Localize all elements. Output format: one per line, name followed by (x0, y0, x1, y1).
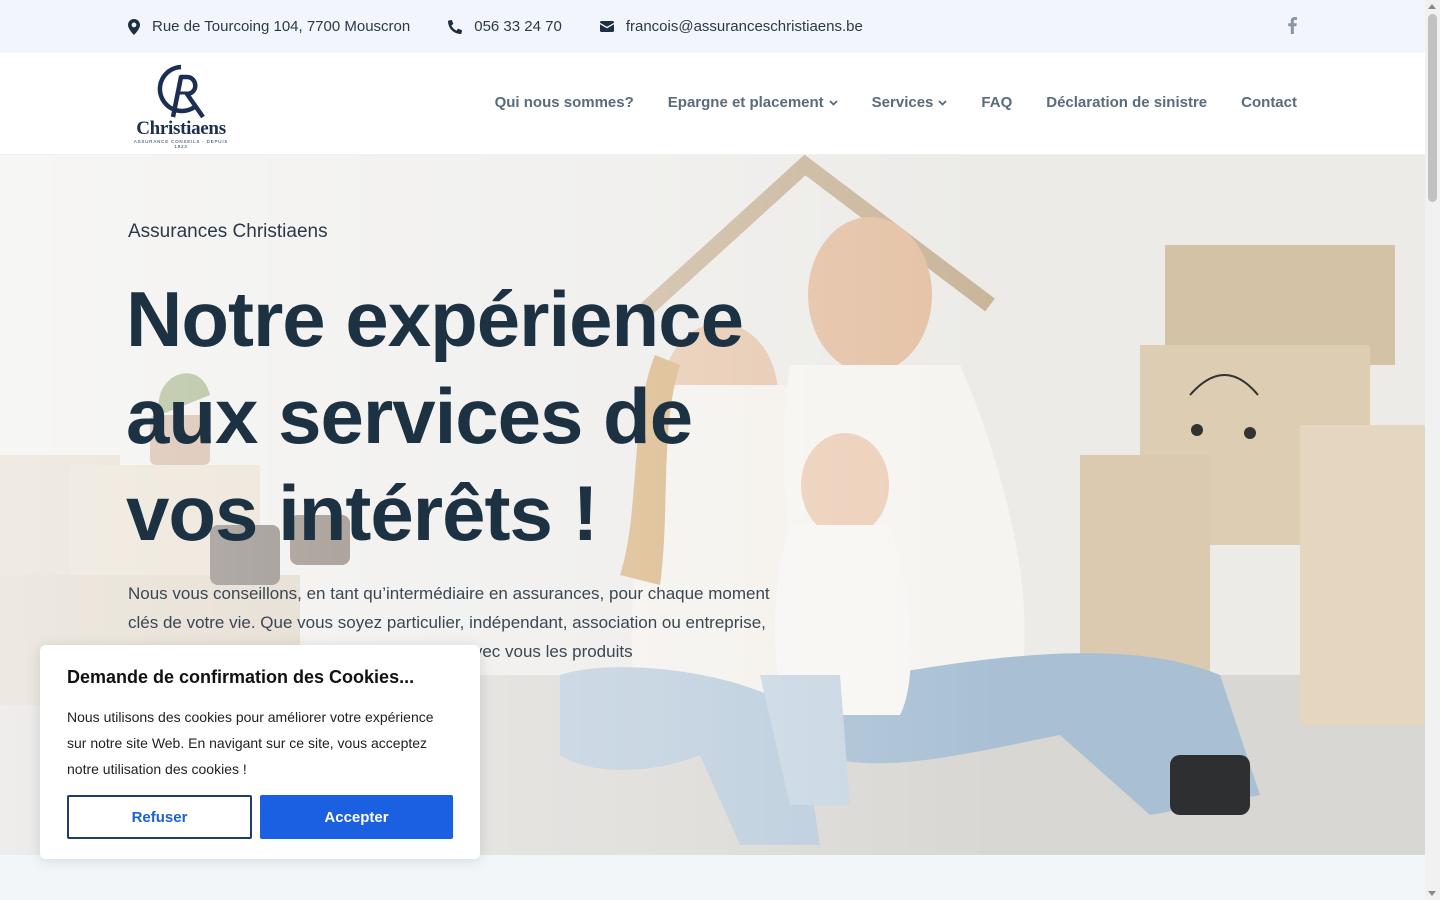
hero-headline-line-2: aux services de (126, 372, 693, 460)
phone-icon (448, 19, 463, 34)
envelope-icon (599, 21, 614, 32)
chevron-down-icon (938, 99, 948, 106)
nav-item-services[interactable]: Services (872, 94, 948, 111)
nav-item-qui-nous-sommes[interactable]: Qui nous sommes? (495, 94, 634, 111)
nav-label: Services (871, 94, 934, 111)
address-item: Rue de Tourcoing 104, 7700 Mouscron (128, 18, 410, 35)
hero-headline: Notre expérience aux services de vos int… (126, 271, 846, 562)
email-item[interactable]: francois@assuranceschristiaens.be (599, 18, 863, 35)
nav-label: FAQ (981, 94, 1013, 111)
scroll-down-arrow-icon[interactable] (1428, 891, 1436, 896)
refuse-button[interactable]: Refuser (67, 795, 252, 839)
cookie-consent-dialog: Demande de confirmation des Cookies... N… (40, 645, 480, 859)
nav-item-epargne[interactable]: Epargne et placement (668, 94, 838, 111)
logo-wordmark: Christiaens (136, 118, 226, 139)
cookie-title: Demande de confirmation des Cookies... (67, 667, 415, 687)
facebook-icon[interactable] (1288, 17, 1297, 34)
nav-label: Qui nous sommes? (494, 94, 634, 111)
page-scrollbar[interactable] (1425, 0, 1440, 900)
site-header: Christiaens ASSURANCE CONSEILS · DEPUIS … (0, 53, 1425, 155)
nav-item-contact[interactable]: Contact (1241, 94, 1297, 111)
accept-button[interactable]: Accepter (260, 795, 453, 839)
phone-item[interactable]: 056 33 24 70 (448, 18, 562, 35)
phone-text[interactable]: 056 33 24 70 (474, 18, 562, 35)
main-nav: Qui nous sommes? Epargne et placement Se… (461, 94, 1297, 111)
hero-eyebrow: Assurances Christiaens (128, 221, 328, 242)
hero-headline-line-1: Notre expérience (126, 275, 744, 363)
map-marker-icon (128, 18, 140, 35)
scrollbar-thumb[interactable] (1428, 14, 1437, 202)
logo-monogram-icon (157, 64, 205, 119)
nav-label: Contact (1241, 94, 1297, 111)
logo-tagline: ASSURANCE CONSEILS · DEPUIS 1923 (133, 139, 229, 149)
chevron-down-icon (829, 99, 838, 106)
hero-headline-line-3: vos intérêts ! (126, 469, 598, 557)
nav-item-faq[interactable]: FAQ (981, 94, 1012, 111)
email-text[interactable]: francois@assuranceschristiaens.be (626, 18, 863, 35)
nav-item-declaration-sinistre[interactable]: Déclaration de sinistre (1046, 94, 1207, 111)
cookie-buttons: Refuser Accepter (67, 795, 453, 839)
address-text: Rue de Tourcoing 104, 7700 Mouscron (152, 18, 411, 35)
nav-label: Epargne et placement (667, 94, 824, 111)
cookie-text: Nous utilisons des cookies pour améliore… (67, 709, 434, 777)
top-contact-bar: Rue de Tourcoing 104, 7700 Mouscron 056 … (0, 0, 1425, 53)
scroll-up-arrow-icon[interactable] (1428, 4, 1436, 9)
next-section (0, 855, 1425, 900)
site-logo[interactable]: Christiaens ASSURANCE CONSEILS · DEPUIS … (133, 63, 229, 149)
nav-label: Déclaration de sinistre (1046, 94, 1208, 111)
